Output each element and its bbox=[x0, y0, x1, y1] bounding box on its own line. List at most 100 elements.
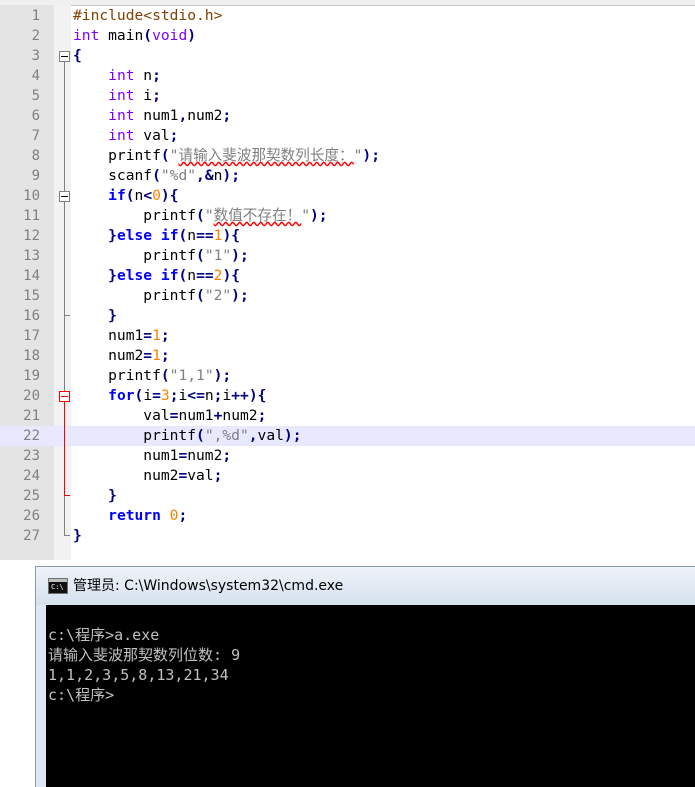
code-line[interactable]: 3{ bbox=[0, 46, 695, 66]
console-line: 1,1,2,3,5,8,13,21,34 bbox=[48, 666, 229, 684]
code-line[interactable]: 27} bbox=[0, 526, 695, 546]
code-line[interactable]: 8 printf("请输入斐波那契数列长度："); bbox=[0, 146, 695, 166]
code-token: for bbox=[108, 387, 135, 404]
code-token: ( bbox=[196, 287, 205, 304]
code-token: num2 bbox=[187, 447, 223, 464]
code-token: int bbox=[108, 107, 135, 124]
code-token: ){ bbox=[222, 227, 241, 244]
line-number: 13 bbox=[23, 248, 40, 264]
code-token: scanf bbox=[73, 167, 153, 184]
line-number: 20 bbox=[23, 388, 40, 404]
line-number: 4 bbox=[31, 68, 40, 84]
code-token: i bbox=[222, 387, 232, 404]
code-line[interactable]: 18 num2=1; bbox=[0, 346, 695, 366]
code-line[interactable]: 7 int val; bbox=[0, 126, 695, 146]
line-number: 16 bbox=[23, 308, 40, 324]
code-line[interactable]: 13 printf("1"); bbox=[0, 246, 695, 266]
code-token: int bbox=[108, 87, 135, 104]
code-token: ); bbox=[362, 147, 380, 164]
code-text: num2=1; bbox=[73, 346, 170, 366]
code-line[interactable]: 26 return 0; bbox=[0, 506, 695, 526]
code-line[interactable]: 20 for(i=3;i<=n;i++){ bbox=[0, 386, 695, 406]
code-token: ( bbox=[143, 27, 153, 44]
code-token: if bbox=[160, 267, 179, 284]
code-token: ); bbox=[222, 167, 240, 184]
code-line[interactable]: 12 }else if(n==1){ bbox=[0, 226, 695, 246]
code-token: } bbox=[108, 227, 117, 244]
code-line[interactable]: 22 printf(",%d",val); bbox=[0, 426, 695, 446]
code-text: val=num1+num2; bbox=[73, 406, 266, 426]
line-number: 1 bbox=[31, 8, 40, 24]
code-token: ; bbox=[160, 347, 170, 364]
cmd-icon-text: C:\ bbox=[51, 583, 64, 591]
fold-guide-for bbox=[64, 402, 65, 495]
line-number: 8 bbox=[31, 148, 40, 164]
code-token: ; bbox=[169, 387, 179, 404]
fold-toggle-for-icon[interactable] bbox=[59, 391, 70, 402]
code-token: num2 bbox=[73, 347, 144, 364]
code-token: "1" bbox=[204, 247, 232, 264]
code-text: #include<stdio.h> bbox=[73, 6, 222, 26]
code-text: for(i=3;i<=n;i++){ bbox=[73, 386, 266, 406]
code-token: printf bbox=[73, 287, 197, 304]
code-line[interactable]: 21 val=num1+num2; bbox=[0, 406, 695, 426]
code-line[interactable]: 15 printf("2"); bbox=[0, 286, 695, 306]
line-number: 7 bbox=[31, 128, 40, 144]
code-line[interactable]: 4 int n; bbox=[0, 66, 695, 86]
code-line[interactable]: 25 } bbox=[0, 486, 695, 506]
code-token: ( bbox=[134, 387, 144, 404]
code-text: int i; bbox=[73, 86, 161, 106]
code-line[interactable]: 23 num1=num2; bbox=[0, 446, 695, 466]
code-token: printf bbox=[73, 427, 197, 444]
fold-end-for bbox=[64, 495, 70, 496]
code-token: , bbox=[248, 427, 258, 444]
code-token: void bbox=[152, 27, 188, 44]
code-editor[interactable]: 1 #include<stdio.h> 2 int main(void) 3{4 int… bbox=[0, 0, 695, 560]
code-line[interactable]: 19 printf("1,1"); bbox=[0, 366, 695, 386]
code-line[interactable]: 6 int num1,num2; bbox=[0, 106, 695, 126]
code-token: = bbox=[178, 447, 188, 464]
code-line[interactable]: 17 num1=1; bbox=[0, 326, 695, 346]
code-token: ( bbox=[196, 207, 205, 224]
fold-toggle-if-icon[interactable] bbox=[59, 191, 70, 202]
cmd-titlebar[interactable]: C:\ 管理员: C:\Windows\system32\cmd.exe bbox=[36, 567, 695, 605]
code-token: ); bbox=[213, 367, 232, 384]
code-token: printf bbox=[73, 147, 161, 164]
code-text: num1=num2; bbox=[73, 446, 231, 466]
code-token: else bbox=[116, 227, 153, 244]
cmd-window[interactable]: C:\ 管理员: C:\Windows\system32\cmd.exe c:\… bbox=[35, 566, 695, 787]
code-token: printf bbox=[73, 247, 197, 264]
code-text: printf("1,1"); bbox=[73, 366, 231, 386]
code-token: = bbox=[178, 467, 188, 484]
code-token: } bbox=[108, 267, 117, 284]
line-number: 17 bbox=[23, 328, 40, 344]
code-line[interactable]: 14 }else if(n==2){ bbox=[0, 266, 695, 286]
code-token: main bbox=[99, 27, 144, 44]
code-token: ( bbox=[178, 227, 188, 244]
console-line: c:\程序>a.exe bbox=[48, 626, 160, 644]
code-line[interactable]: 5 int i; bbox=[0, 86, 695, 106]
code-text: num1=1; bbox=[73, 326, 170, 346]
console-output[interactable]: c:\程序>a.exe 请输入斐波那契数列位数: 9 1,1,2,3,5,8,1… bbox=[46, 605, 695, 787]
code-token: ); bbox=[283, 427, 302, 444]
code-text: num2=val; bbox=[73, 466, 222, 486]
code-token: int bbox=[73, 27, 100, 44]
code-token: ){ bbox=[222, 267, 241, 284]
code-line[interactable]: 9 scanf("%d",&n); bbox=[0, 166, 695, 186]
code-token: return bbox=[108, 507, 161, 524]
cmd-app-icon[interactable]: C:\ bbox=[48, 578, 68, 594]
code-line[interactable]: 16 } bbox=[0, 306, 695, 326]
code-token: ); bbox=[231, 247, 249, 264]
fold-toggle-main-icon[interactable] bbox=[59, 51, 70, 62]
code-line[interactable]: 1 #include<stdio.h> bbox=[0, 6, 695, 26]
code-line[interactable]: 24 num2=val; bbox=[0, 466, 695, 486]
code-line[interactable]: 2 int main(void) bbox=[0, 26, 695, 46]
code-token: 请输入斐波那契数列长度： bbox=[178, 147, 354, 164]
code-line[interactable]: 11 printf("数值不存在！"); bbox=[0, 206, 695, 226]
code-token: 3 bbox=[160, 387, 170, 404]
code-token: ); bbox=[231, 287, 249, 304]
code-line[interactable]: 10 if(n<0){ bbox=[0, 186, 695, 206]
